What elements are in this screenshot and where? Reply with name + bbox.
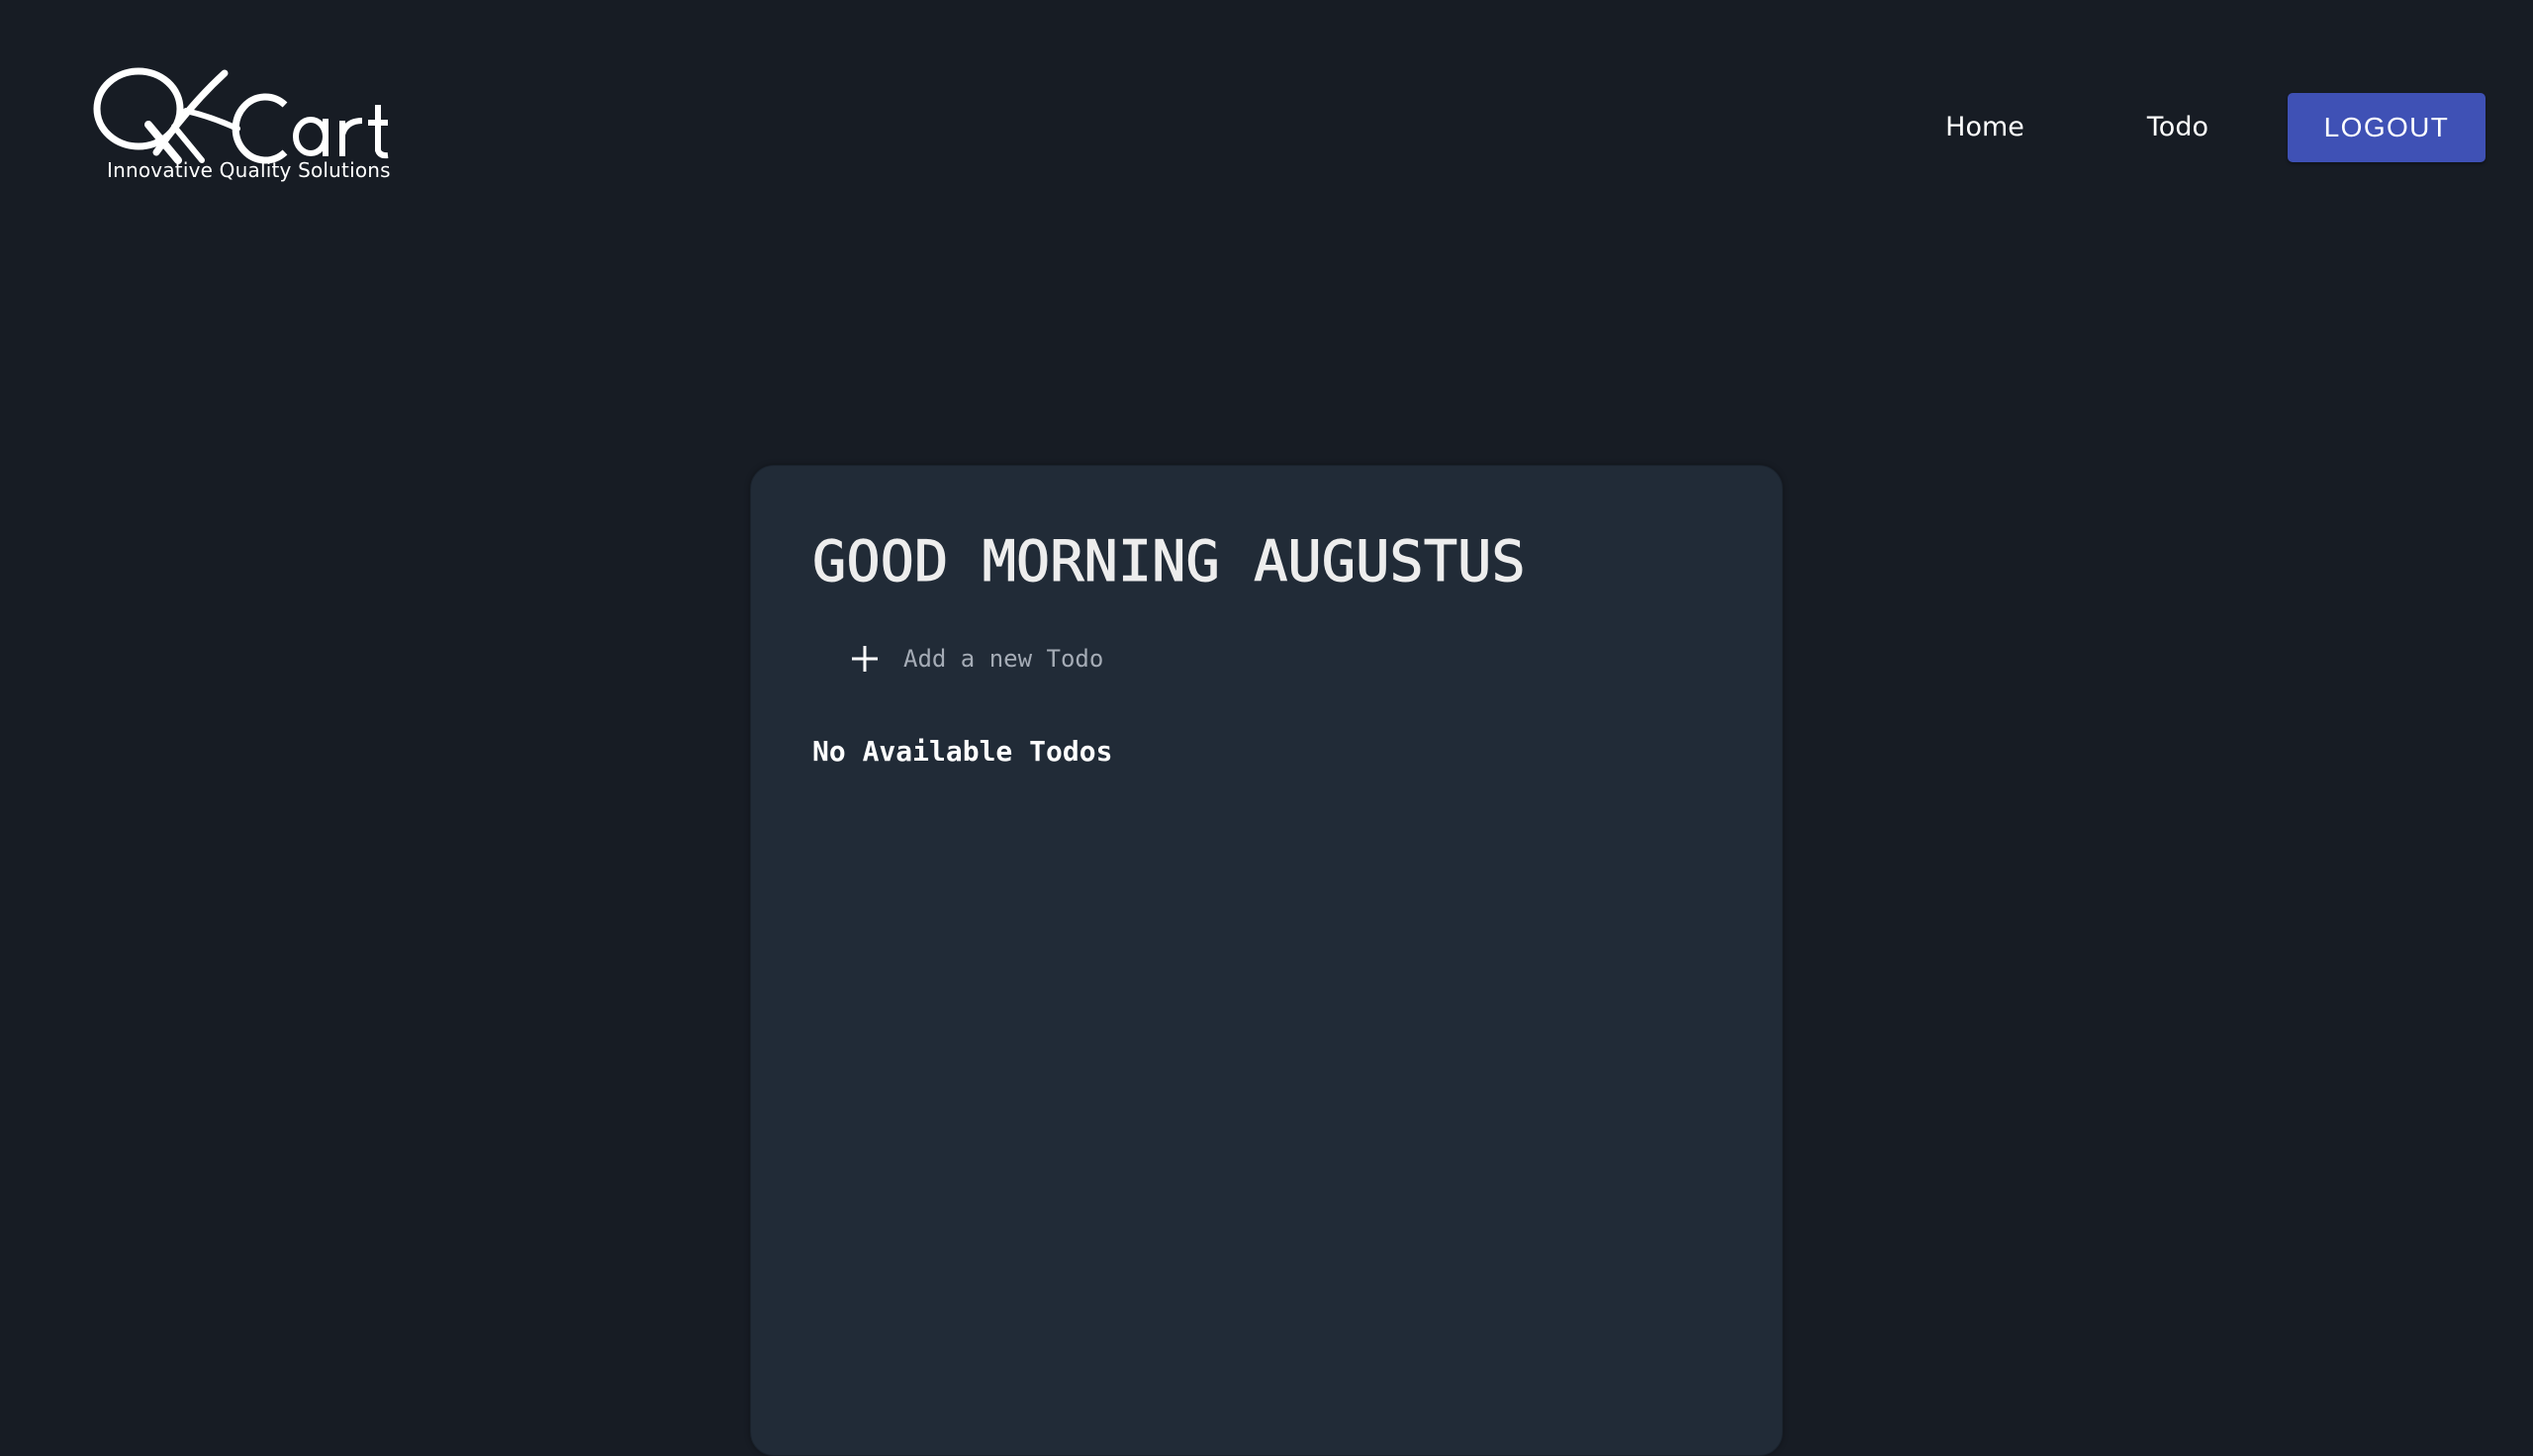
main-nav: Home Todo LOGOUT bbox=[1884, 93, 2486, 162]
qacart-logo[interactable]: Innovative Quality Solutions bbox=[91, 65, 398, 192]
nav-home-link[interactable]: Home bbox=[1884, 93, 2086, 162]
qacart-logo-mark bbox=[93, 67, 389, 164]
app-header: Innovative Quality Solutions Home Todo L… bbox=[0, 0, 2533, 257]
greeting-heading: GOOD MORNING AUGUSTUS bbox=[812, 529, 1527, 595]
add-todo-row bbox=[840, 634, 1533, 683]
nav-todo-link[interactable]: Todo bbox=[2086, 93, 2270, 162]
new-todo-input[interactable] bbox=[901, 638, 1499, 680]
empty-todos-message: No Available Todos bbox=[812, 735, 1113, 768]
plus-icon[interactable] bbox=[840, 634, 890, 683]
logo-tagline: Innovative Quality Solutions bbox=[107, 158, 391, 182]
logout-button[interactable]: LOGOUT bbox=[2288, 93, 2486, 162]
todo-card: GOOD MORNING AUGUSTUS No Available Todos bbox=[750, 465, 1783, 1456]
